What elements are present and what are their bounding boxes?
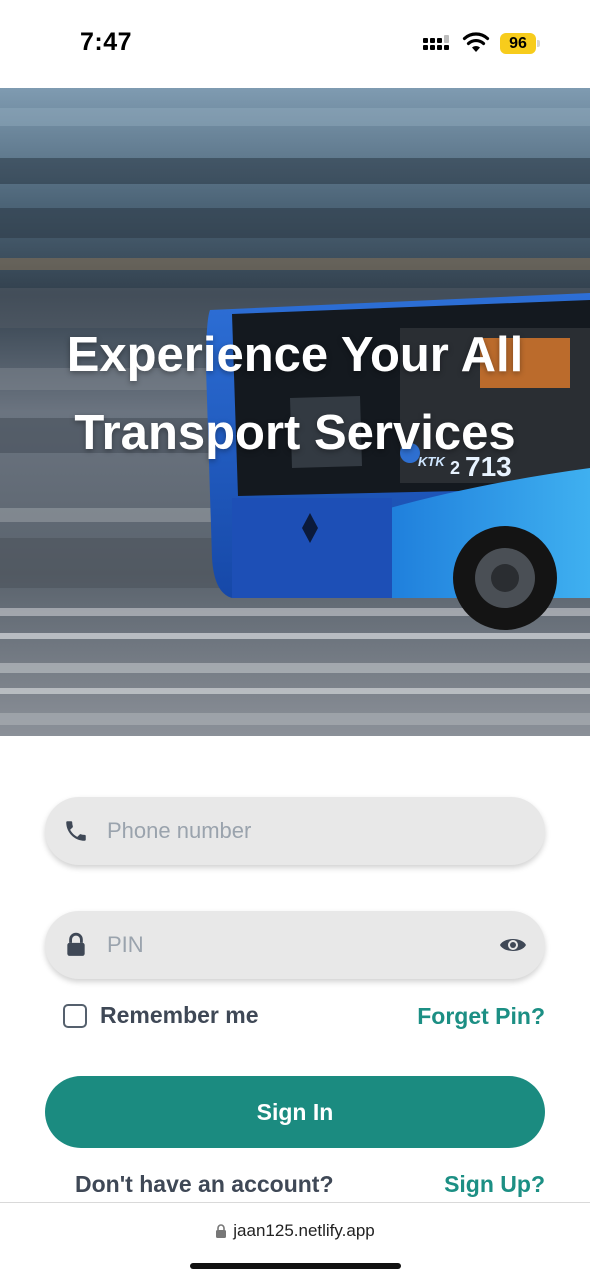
wifi-icon	[462, 32, 490, 52]
remember-label: Remember me	[100, 1002, 259, 1028]
hero-banner: KTK 2 713 Experience Your All Transport …	[0, 88, 590, 736]
hero-title-line2: Transport Services	[74, 406, 516, 460]
url-text: jaan125.netlify.app	[233, 1221, 375, 1240]
signal-icon	[423, 35, 449, 50]
status-time: 7:47	[80, 28, 133, 56]
browser-url-bar[interactable]: jaan125.netlify.app	[0, 1202, 590, 1280]
phone-field[interactable]	[45, 797, 545, 865]
sign-up-link[interactable]: Sign Up?	[444, 1171, 545, 1198]
forget-pin-link[interactable]: Forget Pin?	[417, 1003, 545, 1030]
home-indicator[interactable]	[190, 1263, 401, 1269]
battery-level: 96	[500, 33, 536, 54]
sign-in-button[interactable]: Sign In	[45, 1076, 545, 1148]
remember-checkbox[interactable]	[63, 1003, 87, 1028]
phone-input[interactable]	[107, 797, 487, 865]
battery-icon: 96	[500, 33, 540, 54]
pin-field[interactable]	[45, 911, 545, 979]
no-account-text: Don't have an account?	[75, 1171, 334, 1197]
remember-me[interactable]: Remember me	[63, 1002, 259, 1029]
lock-icon	[67, 932, 85, 956]
pin-input[interactable]	[107, 911, 487, 979]
hero-title: Experience Your All Transport Services	[0, 316, 590, 472]
url-display[interactable]: jaan125.netlify.app	[0, 1221, 590, 1241]
phone-icon	[66, 821, 86, 841]
status-bar: 7:47 96	[0, 0, 590, 88]
hero-title-line1: Experience Your All	[66, 328, 524, 382]
eye-icon[interactable]	[499, 933, 527, 957]
padlock-icon	[216, 1224, 227, 1238]
